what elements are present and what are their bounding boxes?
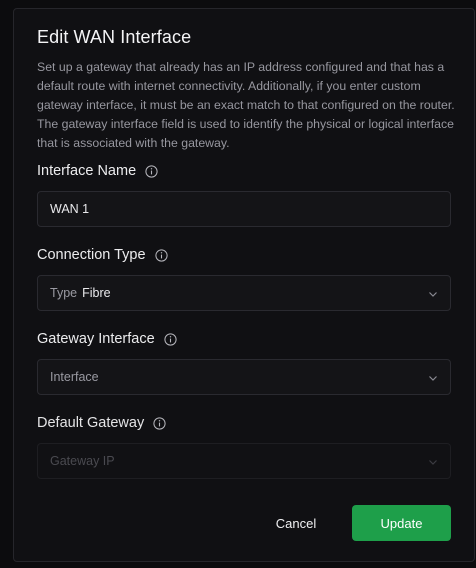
- edit-wan-dialog: Edit WAN Interface Set up a gateway that…: [13, 8, 475, 562]
- interface-name-label-text: Interface Name: [37, 163, 137, 179]
- info-icon[interactable]: [154, 248, 168, 262]
- dialog-title: Edit WAN Interface: [37, 27, 192, 47]
- info-icon[interactable]: [153, 416, 166, 430]
- gateway-interface-placeholder: Interface: [50, 370, 99, 384]
- connection-type-label: Connection Type: [37, 247, 168, 263]
- cancel-button[interactable]: Cancel: [254, 505, 338, 541]
- default-gateway-select: Gateway IP: [37, 443, 451, 479]
- default-gateway-placeholder: Gateway IP: [50, 454, 115, 468]
- info-icon[interactable]: [164, 332, 177, 346]
- interface-name-label: Interface Name: [37, 163, 158, 179]
- info-icon[interactable]: [145, 164, 158, 178]
- gateway-interface-label-text: Gateway Interface: [37, 331, 155, 347]
- connection-type-value: Fibre: [82, 286, 111, 300]
- chevron-down-icon: [427, 372, 439, 384]
- chevron-down-icon: [427, 288, 439, 300]
- default-gateway-label: Default Gateway: [37, 415, 166, 431]
- interface-name-input[interactable]: WAN 1: [37, 191, 451, 227]
- update-button[interactable]: Update: [352, 505, 451, 541]
- chevron-down-icon: [427, 456, 439, 468]
- connection-type-select[interactable]: Type Fibre: [37, 275, 451, 311]
- dialog-description: Set up a gateway that already has an IP …: [37, 60, 455, 150]
- interface-name-value: WAN 1: [50, 202, 90, 216]
- default-gateway-label-text: Default Gateway: [37, 415, 145, 431]
- connection-type-label-text: Connection Type: [37, 247, 146, 263]
- connection-type-prefix: Type: [50, 286, 78, 300]
- gateway-interface-select[interactable]: Interface: [37, 359, 451, 395]
- gateway-interface-label: Gateway Interface: [37, 331, 177, 347]
